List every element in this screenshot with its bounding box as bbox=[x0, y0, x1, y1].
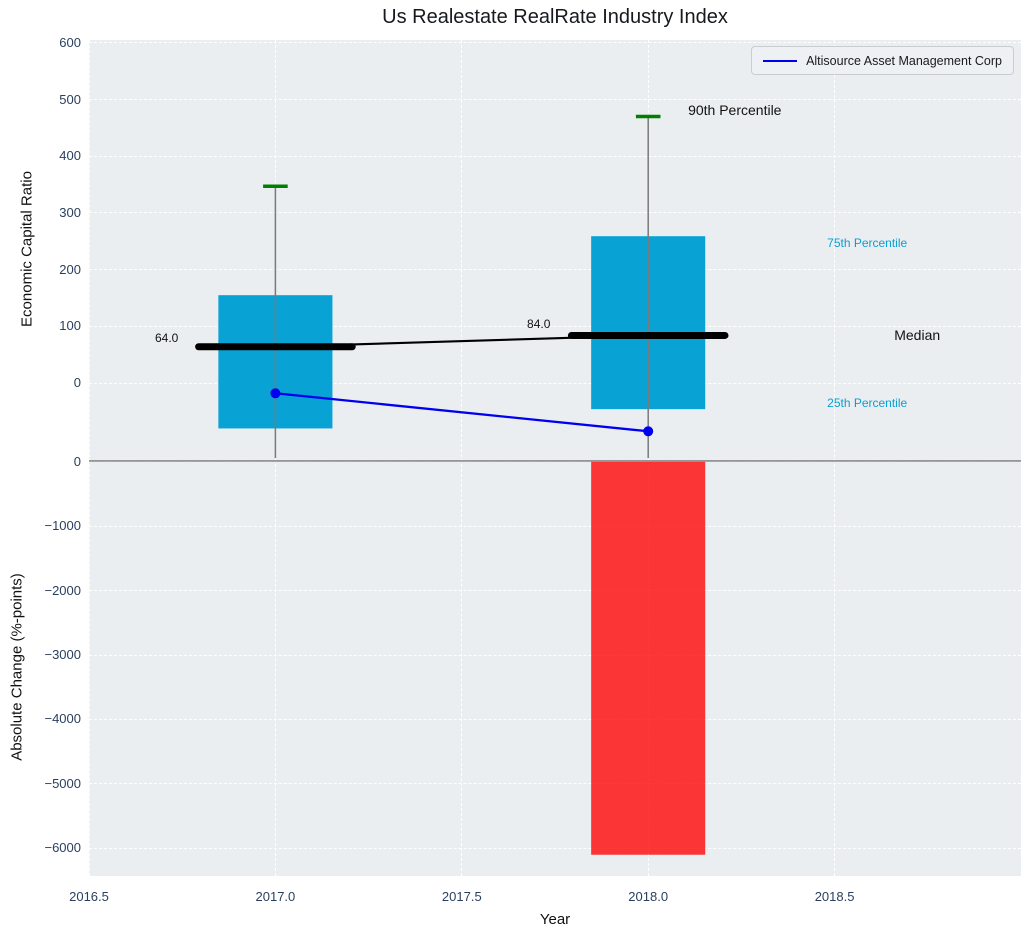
top-y-axis-label: Economic Capital Ratio bbox=[19, 171, 36, 327]
chart-title: Us Realestate RealRate Industry Index bbox=[89, 6, 1021, 29]
x-tick-label: 2018.5 bbox=[800, 889, 870, 905]
gridline-vertical bbox=[648, 40, 649, 876]
gridline-horizontal bbox=[89, 848, 1021, 849]
percentile-label: Median bbox=[894, 327, 940, 343]
y-tick-label: −1000 bbox=[27, 518, 81, 534]
gridline-horizontal bbox=[89, 42, 1021, 43]
y-tick-label: 0 bbox=[27, 454, 81, 470]
gridline-vertical bbox=[275, 40, 276, 876]
x-tick-label: 2017.0 bbox=[240, 889, 310, 905]
legend: Altisource Asset Management Corp bbox=[751, 46, 1014, 75]
bottom-y-axis-label: Absolute Change (%-points) bbox=[9, 573, 26, 761]
legend-line-sample-icon bbox=[763, 60, 797, 62]
gridline-horizontal bbox=[89, 526, 1021, 527]
median-value-annotation: 84.0 bbox=[527, 317, 550, 331]
gridline-vertical bbox=[461, 40, 462, 876]
gridline-horizontal bbox=[89, 269, 1021, 270]
legend-series-label: Altisource Asset Management Corp bbox=[806, 54, 1002, 68]
y-tick-label: −5000 bbox=[27, 776, 81, 792]
gridline-horizontal bbox=[89, 590, 1021, 591]
y-tick-label: −2000 bbox=[27, 583, 81, 599]
figure: Us Realestate RealRate Industry Index 60… bbox=[0, 0, 1029, 940]
gridline-horizontal bbox=[89, 461, 1021, 462]
y-tick-label: −6000 bbox=[27, 840, 81, 856]
percentile-label: 75th Percentile bbox=[827, 236, 907, 250]
y-tick-label: 400 bbox=[27, 148, 81, 164]
gridline-vertical bbox=[834, 40, 835, 876]
y-tick-label: −3000 bbox=[27, 647, 81, 663]
y-tick-label: 500 bbox=[27, 92, 81, 108]
gridline-vertical bbox=[89, 40, 90, 876]
gridline-horizontal bbox=[89, 383, 1021, 384]
percentile-label: 25th Percentile bbox=[827, 396, 907, 410]
gridline-horizontal bbox=[89, 326, 1021, 327]
bottom-plot-area bbox=[89, 459, 1021, 877]
gridline-horizontal bbox=[89, 156, 1021, 157]
y-tick-label: 600 bbox=[27, 35, 81, 51]
x-tick-label: 2016.5 bbox=[54, 889, 124, 905]
x-tick-label: 2018.0 bbox=[613, 889, 683, 905]
gridline-horizontal bbox=[89, 783, 1021, 784]
y-tick-label: 0 bbox=[27, 375, 81, 391]
y-tick-label: −4000 bbox=[27, 711, 81, 727]
median-value-annotation: 64.0 bbox=[155, 331, 178, 345]
gridline-horizontal bbox=[89, 212, 1021, 213]
x-tick-label: 2017.5 bbox=[427, 889, 497, 905]
percentile-label: 90th Percentile bbox=[688, 102, 781, 118]
gridline-horizontal bbox=[89, 99, 1021, 100]
gridline-horizontal bbox=[89, 655, 1021, 656]
x-axis-label: Year bbox=[540, 911, 570, 928]
gridline-horizontal bbox=[89, 719, 1021, 720]
